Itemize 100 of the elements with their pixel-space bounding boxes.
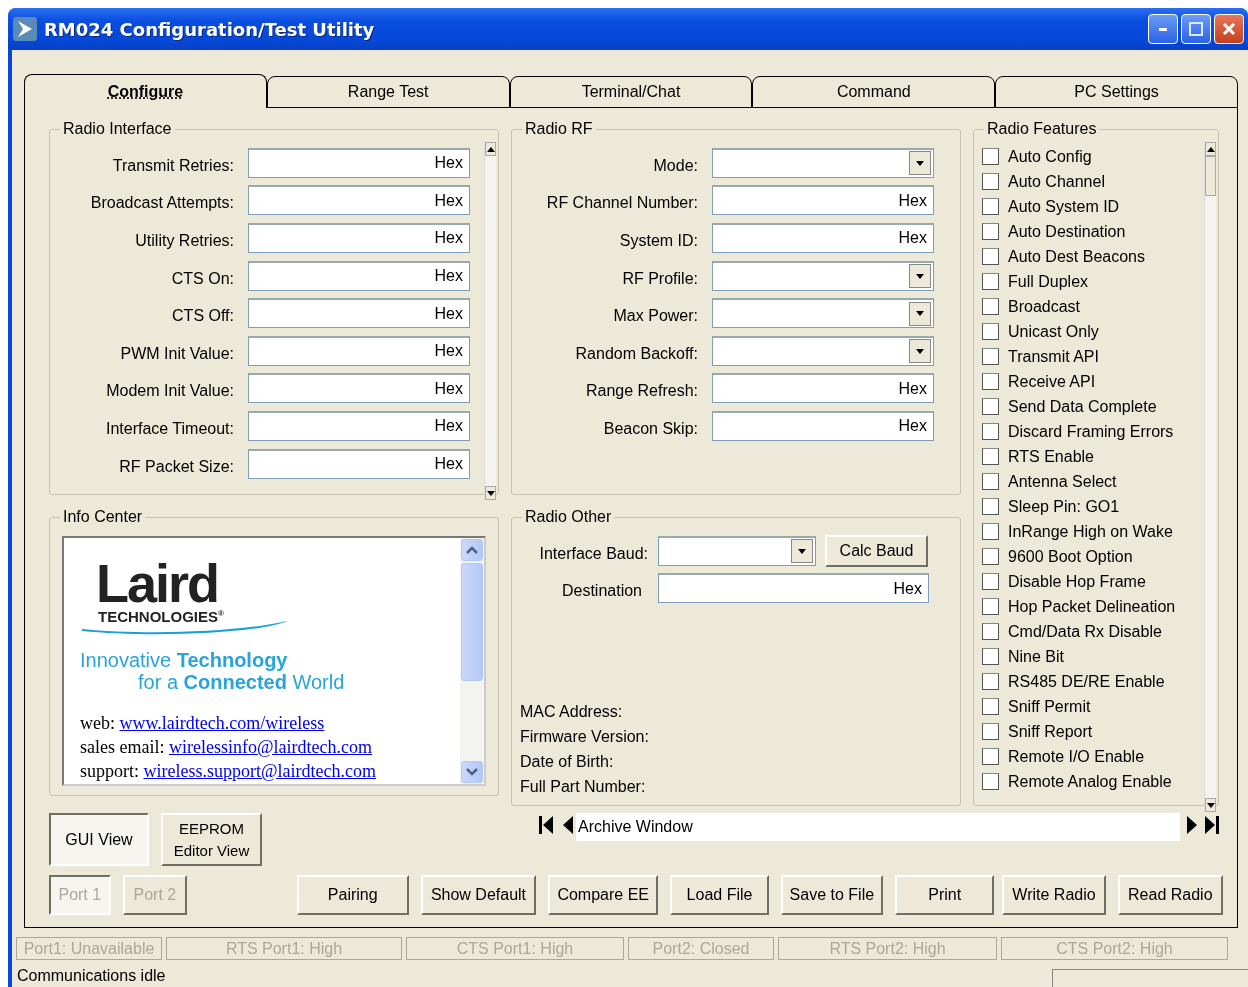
checkbox-label[interactable]: Auto System ID	[1008, 197, 1120, 216]
checkbox[interactable]	[982, 698, 999, 715]
checkbox-label[interactable]: Hop Packet Delineation	[1008, 597, 1176, 616]
checkbox[interactable]	[982, 298, 999, 315]
checkbox-label[interactable]: Send Data Complete	[1008, 397, 1157, 416]
checkbox[interactable]	[982, 623, 999, 640]
checkbox[interactable]	[982, 448, 999, 465]
checkbox[interactable]	[982, 573, 999, 590]
checkbox-label[interactable]: Sniff Permit	[1008, 697, 1091, 716]
view-button[interactable]: EEPROM Editor View	[161, 813, 262, 866]
checkbox[interactable]	[982, 148, 999, 165]
close-button[interactable]	[1214, 14, 1244, 44]
input-field[interactable]: Hex	[248, 373, 470, 404]
checkbox[interactable]	[982, 248, 999, 265]
scroll-thumb[interactable]	[461, 563, 483, 681]
checkbox-label[interactable]: Remote I/O Enable	[1008, 747, 1145, 766]
dropdown-button[interactable]	[909, 264, 931, 289]
checkbox[interactable]	[982, 473, 999, 490]
action-button[interactable]: Compare EE	[548, 875, 659, 915]
checkbox[interactable]	[982, 198, 999, 215]
tab[interactable]: Terminal/Chat	[509, 76, 753, 108]
checkbox[interactable]	[982, 598, 999, 615]
checkbox[interactable]	[982, 498, 999, 515]
calc-baud-button[interactable]: Calc Baud	[825, 534, 928, 567]
first-button[interactable]	[536, 813, 556, 837]
input-field[interactable]: Hex	[248, 410, 470, 441]
scroll-down-button[interactable]	[1205, 798, 1216, 812]
input-field[interactable]: Hex	[248, 448, 470, 479]
input-field[interactable]: Hex	[712, 373, 934, 404]
checkbox-label[interactable]: Nine Bit	[1008, 647, 1065, 666]
checkbox[interactable]	[982, 173, 999, 190]
action-button[interactable]: Load File	[670, 875, 769, 915]
checkbox-label[interactable]: Auto Destination	[1008, 222, 1126, 241]
checkbox-label[interactable]: Cmd/Data Rx Disable	[1008, 622, 1162, 641]
action-button[interactable]: Save to File	[780, 875, 883, 915]
checkbox[interactable]	[982, 323, 999, 340]
checkbox-label[interactable]: Sleep Pin: GO1	[1008, 497, 1120, 516]
checkbox-label[interactable]: Full Duplex	[1008, 272, 1089, 291]
minimize-button[interactable]	[1148, 14, 1178, 44]
checkbox[interactable]	[982, 373, 999, 390]
checkbox-label[interactable]: Disable Hop Frame	[1008, 572, 1146, 591]
checkbox-label[interactable]: Antenna Select	[1008, 472, 1117, 491]
checkbox-label[interactable]: RTS Enable	[1008, 447, 1094, 466]
checkbox[interactable]	[982, 723, 999, 740]
checkbox[interactable]	[982, 673, 999, 690]
scrollbar[interactable]	[460, 538, 484, 784]
scroll-up-button[interactable]	[1205, 142, 1216, 156]
input-field[interactable]: Hex	[248, 185, 470, 216]
action-button[interactable]: Write Radio	[1002, 875, 1106, 915]
action-button[interactable]: Read Radio	[1117, 875, 1223, 915]
input-field[interactable]: Hex	[712, 185, 934, 216]
dropdown-button[interactable]	[909, 339, 931, 364]
input-field[interactable]: Hex	[248, 298, 470, 329]
input-field[interactable]: Hex	[248, 260, 470, 291]
checkbox-label[interactable]: 9600 Boot Option	[1008, 547, 1133, 566]
scroll-up-button[interactable]	[485, 142, 496, 156]
input-field[interactable]: Hex	[248, 223, 470, 253]
checkbox-label[interactable]: Transmit API	[1008, 347, 1099, 366]
tab[interactable]: Command	[752, 76, 996, 108]
action-button[interactable]: Print	[895, 875, 995, 915]
input-field[interactable]: Hex	[658, 573, 929, 604]
checkbox-label[interactable]: Receive API	[1008, 372, 1096, 391]
scroll-down-button[interactable]	[485, 486, 496, 500]
checkbox[interactable]	[982, 223, 999, 240]
dropdown-button[interactable]	[909, 151, 931, 176]
checkbox-label[interactable]: Remote Analog Enable	[1008, 772, 1172, 791]
checkbox[interactable]	[982, 648, 999, 665]
checkbox-label[interactable]: Auto Channel	[1008, 172, 1105, 191]
view-button[interactable]: GUI View	[49, 813, 149, 866]
input-field[interactable]: Hex	[248, 147, 470, 178]
checkbox[interactable]	[982, 273, 999, 290]
dropdown-button[interactable]	[909, 301, 931, 326]
checkbox[interactable]	[982, 523, 999, 540]
archive-field[interactable]: Archive Window	[576, 813, 1180, 841]
checkbox-label[interactable]: Sniff Report	[1008, 722, 1093, 741]
checkbox-label[interactable]: Discard Framing Errors	[1008, 422, 1174, 441]
input-field[interactable]: Hex	[712, 410, 934, 441]
last-button[interactable]	[1202, 813, 1222, 837]
checkbox-label[interactable]: Unicast Only	[1008, 322, 1099, 341]
checkbox[interactable]	[982, 773, 999, 790]
action-button[interactable]: Pairing	[296, 875, 409, 915]
checkbox[interactable]	[982, 348, 999, 365]
checkbox[interactable]	[982, 423, 999, 440]
checkbox[interactable]	[982, 748, 999, 765]
checkbox-label[interactable]: InRange High on Wake	[1008, 522, 1173, 541]
checkbox-label[interactable]: Auto Config	[1008, 147, 1092, 166]
input-field[interactable]: Hex	[712, 223, 934, 253]
maximize-button[interactable]	[1181, 14, 1211, 44]
dropdown-button[interactable]	[791, 539, 813, 564]
checkbox-label[interactable]: Broadcast	[1008, 297, 1081, 316]
checkbox[interactable]	[982, 398, 999, 415]
checkbox-label[interactable]: Auto Dest Beacons	[1008, 247, 1145, 266]
scroll-thumb[interactable]	[1205, 156, 1216, 196]
tab[interactable]: PC Settings	[995, 76, 1238, 108]
input-field[interactable]: Hex	[248, 335, 470, 366]
tab[interactable]: Configure	[24, 74, 267, 108]
checkbox[interactable]	[982, 548, 999, 565]
contact-link[interactable]: wireless.support@lairdtech.com	[143, 761, 377, 781]
scrollbar[interactable]	[484, 142, 496, 500]
scrollbar[interactable]	[1204, 142, 1216, 812]
